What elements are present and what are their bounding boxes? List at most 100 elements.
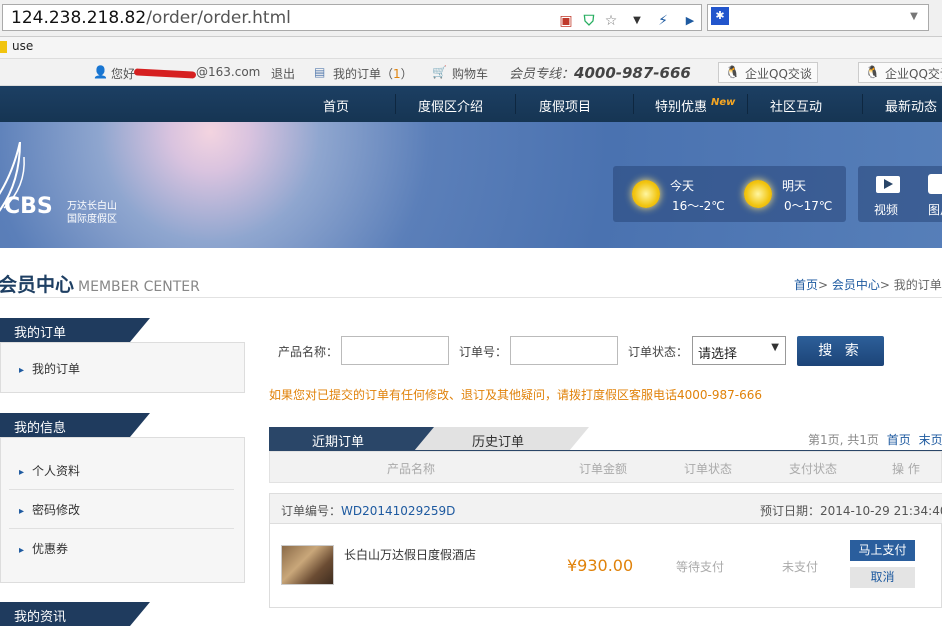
sun-icon [744,180,772,208]
sidebar-section-orders: 我的订单 [0,318,150,342]
breadcrumb-home[interactable]: 首页 [794,278,818,292]
sidebar-section-info: 我的信息 [0,413,150,437]
order-status-select[interactable]: 请选择 ▼ [692,336,786,365]
sidebar-item-profile[interactable]: 个人资料 [19,462,80,479]
order-number-link[interactable]: WD20141029259D [341,504,455,518]
redaction-mark [133,68,197,79]
nav-community[interactable]: 社区互动 [770,96,822,115]
order-number-label: 订单号： [459,345,508,359]
bookmarks-bar: use [0,37,942,59]
order-status-value: 请选择 [698,347,738,362]
product-name[interactable]: 长白山万达假日度假酒店 [344,546,476,563]
breadcrumb-member-center[interactable]: 会员中心 [832,278,880,292]
tab-history-edge [569,427,589,451]
pager-last[interactable]: 末页 [919,433,942,447]
lightning-icon[interactable]: ⚡ [653,11,673,31]
addon-icon[interactable]: ▣ [556,11,576,31]
tab-history-label: 历史订单 [472,435,525,450]
url-text: 124.238.218.82/order/order.html [11,8,291,28]
main-nav: 首页 度假区介绍 度假项目 特别优惠 New 社区互动 最新动态 [0,86,942,122]
search-engine-dropdown-icon[interactable]: ▼ [904,7,924,27]
folder-icon [0,41,7,53]
qq-chat-button-2[interactable]: 🐧 企业QQ交谈 [858,62,942,83]
logo[interactable]: CBS 万达长白山 国际度假区 [0,141,117,225]
nav-projects[interactable]: 度假项目 [539,96,591,115]
photo-link[interactable]: 图片 [928,201,942,218]
site-topbar: 👤 您好 @163.com 退出 ▤ 我的订单（1） 🛒 购物车 会员专线：40… [0,59,942,86]
product-name-label: 产品名称： [278,345,339,359]
pager-info: 第1页, 共1页 [808,433,879,447]
camera-icon[interactable] [928,174,942,194]
chevron-down-icon: ▼ [771,342,779,353]
order-card: 订单编号：WD20141029259D 预订日期：2014-10-29 21:3… [269,493,942,608]
paw-icon[interactable]: ✱ [711,7,729,25]
sidebar-divider [9,489,234,490]
nav-resort-intro[interactable]: 度假区介绍 [418,96,483,115]
sidebar-section-title: 我的资讯 [14,610,67,625]
pay-now-button[interactable]: 马上支付 [850,540,915,561]
today-label: 今天 [670,179,695,193]
shield-icon[interactable]: ⛉ [579,11,599,31]
notice-text: 如果您对已提交的订单有任何修改、退订及其他疑问，请拨打度假区客服电话4000-9… [269,388,763,402]
logout-link[interactable]: 退出 [271,65,295,82]
sidebar-item-password[interactable]: 密码修改 [19,501,80,518]
pager: 第1页, 共1页 首页 末页 [808,431,942,448]
video-icon[interactable] [876,176,900,193]
product-name-input[interactable] [341,336,449,365]
nav-divider [633,94,634,114]
nav-divider [515,94,516,114]
hotel-thumbnail[interactable] [281,545,334,585]
sidebar-item-coupons[interactable]: 优惠券 [19,540,68,557]
order-status: 等待支付 [676,560,725,574]
order-count: 1 [393,67,401,81]
media-links: 视频 图片 [858,166,942,222]
document-icon: ▤ [314,65,326,79]
dropdown-icon[interactable]: ▼ [627,11,647,31]
hotline: 会员专线：4000-987-666 [509,64,691,82]
nav-divider [395,94,396,114]
logo-text: CBS [4,194,53,219]
video-link[interactable]: 视频 [874,201,898,218]
pager-first[interactable]: 首页 [887,433,911,447]
today-temp: 16～-2℃ [672,199,725,213]
cancel-order-button[interactable]: 取消 [850,567,915,588]
search-button[interactable]: 搜 索 [797,336,884,366]
logo-cn-line2: 国际度假区 [67,214,117,225]
cart-icon: 🛒 [432,65,447,79]
nav-specials[interactable]: 特别优惠 [655,96,707,115]
address-bar[interactable]: 124.238.218.82/order/order.html ▣ ⛉ ☆ ▼ … [2,4,702,31]
go-arrow-icon[interactable]: ▶ [680,11,700,31]
tab-recent[interactable]: 近期订单 [269,427,414,451]
tab-recent-label: 近期订单 [312,435,365,450]
tomorrow-temp: 0～17℃ [784,199,833,213]
col-amount: 订单金额 [579,462,628,476]
greeting: 您好 [111,67,136,81]
table-header: 产品名称 订单金额 订单状态 支付状态 操 作 [269,451,942,483]
tab-history[interactable]: 历史订单 [414,427,569,451]
browser-search-box[interactable]: ✱ ▼ [707,4,929,31]
divider [0,297,942,298]
cart-link[interactable]: 购物车 [452,65,488,82]
my-orders-link[interactable]: 我的订单（1） [333,65,413,82]
sidebar-section-title: 我的信息 [14,421,67,436]
bookmark-use[interactable]: use [12,39,33,53]
nav-home[interactable]: 首页 [323,96,349,115]
order-number-input[interactable] [510,336,618,365]
qq-penguin-icon: 🐧 [865,65,880,79]
order-status-label: 订单状态： [628,345,689,359]
breadcrumb: 首页> 会员中心> 我的订单 [794,278,942,292]
tab-recent-edge [414,427,434,451]
sidebar-item-my-orders[interactable]: 我的订单 [19,360,80,377]
star-icon[interactable]: ☆ [601,11,621,31]
qq-chat-button-1[interactable]: 🐧 企业QQ交谈 [718,62,818,83]
page-title-en: MEMBER CENTER [78,279,200,295]
user-email: @163.com [196,65,261,79]
page-title: 会员中心 MEMBER CENTER [0,274,200,296]
order-card-header: 订单编号：WD20141029259D 预订日期：2014-10-29 21:3… [270,494,942,524]
new-badge: New [711,97,736,108]
sidebar-box-info: 个人资料 密码修改 优惠券 [0,437,245,583]
pay-status: 未支付 [782,560,819,574]
col-pay-status: 支付状态 [789,462,838,476]
nav-news[interactable]: 最新动态 [885,96,937,115]
col-product: 产品名称 [387,462,436,476]
